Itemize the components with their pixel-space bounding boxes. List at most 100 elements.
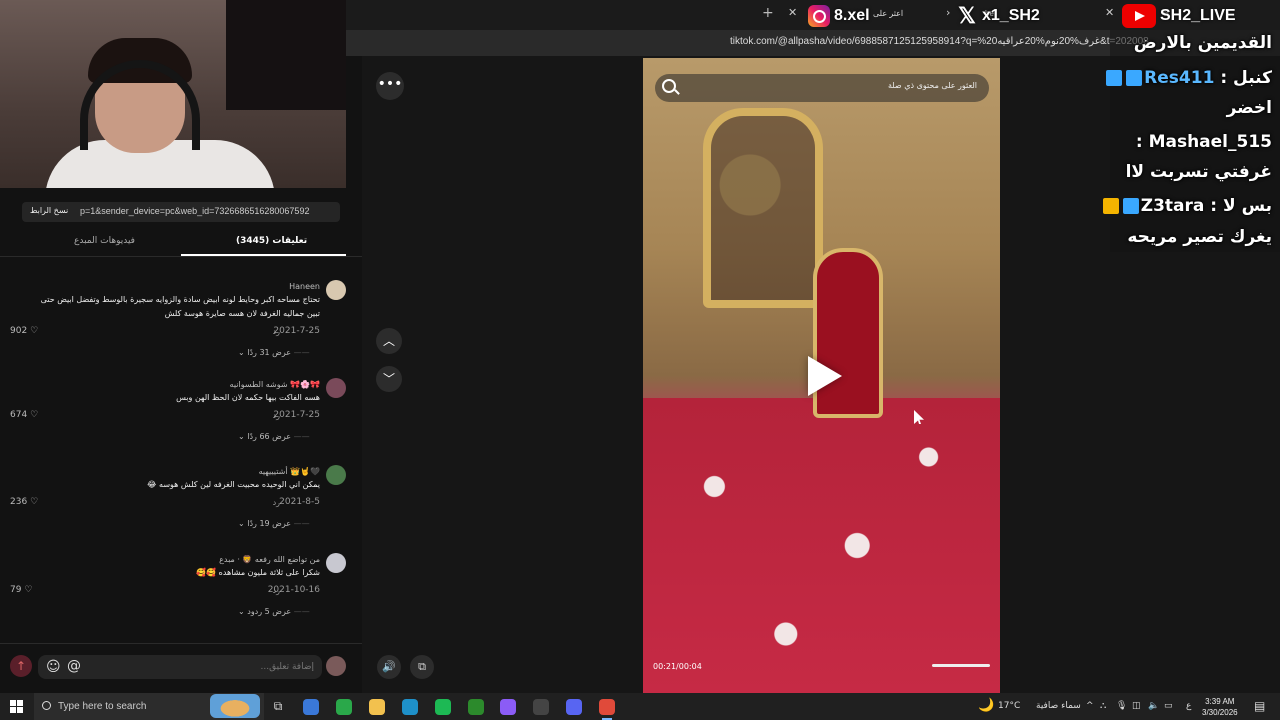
play-icon[interactable] (808, 356, 842, 396)
microphone-icon[interactable]: 🎙 (1116, 701, 1127, 711)
chat-text: يغرك تصير مريحه (1127, 227, 1272, 247)
like-count-text: 674 (10, 410, 28, 420)
divider: —— (293, 348, 310, 357)
language-indicator[interactable]: ع (1186, 701, 1191, 711)
reply-button[interactable]: رد (273, 498, 280, 507)
task-view-icon[interactable]: ⧉ (270, 699, 286, 715)
avatar[interactable] (326, 553, 346, 573)
avatar[interactable] (326, 280, 346, 300)
chat-message: اخضر (1227, 98, 1272, 118)
share-link-box[interactable]: نسخ الرابط p=1&sender_device=pc&web_id=7… (22, 202, 340, 222)
view-replies-text: عرض 5 ردود (247, 607, 292, 616)
twitch-icon[interactable] (500, 699, 516, 715)
chrome-icon[interactable] (599, 699, 615, 720)
heart-icon[interactable]: ♡ (30, 497, 38, 507)
taskbar-search-placeholder: Type here to search (58, 701, 147, 712)
like-count-text: 79 (10, 585, 22, 595)
tab-close-icon[interactable]: ✕ (1105, 6, 1114, 19)
next-video-button[interactable]: ﹀ (376, 366, 402, 392)
comment-date: 2021-7-25 (273, 326, 320, 336)
screen: + ✕ اعثر على › be ✕ cl tiktok.com/@allpa… (0, 0, 1280, 720)
clock[interactable]: 3:39 AM 3/30/2026 (1202, 696, 1238, 718)
view-replies-button[interactable]: ⌄ عرض 5 ردود —— (238, 607, 310, 616)
file-explorer-icon[interactable] (369, 699, 385, 715)
chat-message: Mashael_515 : (1135, 132, 1272, 152)
chat-username: Mashael_515 (1148, 132, 1272, 152)
chat-message: القديمين بالارض (1134, 33, 1272, 53)
reply-button[interactable]: رد (273, 586, 280, 595)
windows-start-icon[interactable] (10, 700, 23, 713)
tab-close-icon[interactable]: ✕ (788, 6, 797, 19)
volume-icon[interactable]: 🔈 (1148, 701, 1159, 711)
emoji-icon[interactable]: ☺ (46, 659, 61, 675)
chat-badge-icon (1126, 70, 1143, 86)
like-count-text: 236 (10, 497, 28, 507)
youtube-handle: SH2_LIVE (1122, 4, 1236, 28)
heart-icon[interactable]: ♡ (30, 410, 38, 420)
display-icon[interactable]: ▭ (1164, 701, 1173, 711)
xbox-icon[interactable] (468, 699, 484, 715)
video-progress-bar[interactable] (932, 664, 990, 667)
chat-message: غرفتي تسربت لاا (1126, 162, 1272, 182)
view-replies-button[interactable]: ⌄ عرض 66 ردًا —— (238, 432, 310, 441)
view-replies-text: عرض 19 ردًا (247, 519, 292, 528)
edge-icon[interactable] (402, 699, 418, 715)
comment-author[interactable]: أشتيييهيه 👑🤘🖤 (259, 467, 320, 476)
comment-author[interactable]: شوشه الطسوانيه 🎀🌸🎀 (230, 380, 320, 389)
view-replies-button[interactable]: ⌄ عرض 31 ردًا —— (238, 348, 310, 357)
chat-message: بس لا : Z3tara (1101, 196, 1272, 216)
divider: —— (293, 432, 310, 441)
instagram-handle: 8.xel (808, 4, 870, 28)
tab-comments[interactable]: (3445) تعليقات (236, 236, 307, 246)
send-button[interactable]: ↑ (10, 655, 32, 677)
reply-button[interactable]: رد (273, 327, 280, 336)
weather-temp[interactable]: 17°C (998, 701, 1020, 711)
reply-button[interactable]: رد (273, 411, 280, 420)
wifi-icon[interactable]: ◫ (1132, 701, 1141, 711)
spotify-icon[interactable] (435, 699, 451, 715)
chevron-up-icon[interactable]: ^ (1086, 701, 1094, 711)
view-replies-text: عرض 66 ردًا (247, 432, 292, 441)
new-tab-button[interactable]: + (762, 5, 774, 21)
copy-link-button[interactable]: نسخ الرابط (30, 206, 68, 215)
divider (0, 256, 362, 257)
search-icon[interactable] (662, 79, 676, 93)
tab-title[interactable]: اعثر على (873, 9, 903, 18)
heart-icon[interactable]: ♡ (24, 585, 32, 595)
network-icon[interactable]: ⛬ (1100, 701, 1106, 711)
more-options-button[interactable]: ••• (376, 72, 404, 100)
share-link-text: p=1&sender_device=pc&web_id=732668651628… (80, 206, 310, 216)
url-text[interactable]: tiktok.com/@allpasha/video/6988587125125… (730, 36, 1149, 47)
comment-author[interactable]: Haneen (289, 282, 320, 291)
volume-icon[interactable]: 🔊 (377, 655, 401, 679)
previous-video-button[interactable]: ︿ (376, 328, 402, 354)
tab-close-icon[interactable]: › (946, 6, 950, 19)
obs-icon[interactable] (533, 699, 549, 715)
view-replies-text: عرض 31 ردًا (247, 348, 292, 357)
copilot-icon[interactable] (303, 699, 319, 715)
chevron-down-icon: ⌄ (238, 432, 245, 441)
comment-text: يمكن اني الوحيده محبيت الغرفه لين كلش هو… (147, 480, 320, 489)
like-count[interactable]: 674 ♡ (10, 410, 38, 420)
view-replies-button[interactable]: ⌄ عرض 19 ردًا —— (238, 519, 310, 528)
mention-icon[interactable]: @ (67, 658, 81, 674)
chat-text: كنبل (1233, 68, 1272, 88)
like-count[interactable]: 79 ♡ (10, 585, 32, 595)
search-highlight-image[interactable] (210, 694, 260, 718)
tab-creator-videos[interactable]: فيديوهات المبدع (74, 236, 135, 246)
like-count[interactable]: 236 ♡ (10, 497, 38, 507)
instagram-icon (808, 5, 830, 27)
notification-icon[interactable]: ▤ (1254, 699, 1265, 713)
x-handle-text: x1_SH2 (982, 7, 1040, 24)
avatar[interactable] (326, 465, 346, 485)
comment-author[interactable]: من تواضع الله رفعه 🦁 · مبدع (219, 555, 320, 564)
play-store-icon[interactable] (336, 699, 352, 715)
like-count[interactable]: 902 ♡ (10, 326, 38, 336)
heart-icon[interactable]: ♡ (30, 326, 38, 336)
picture-in-picture-icon[interactable]: ⧉ (410, 655, 434, 679)
discord-icon[interactable] (566, 699, 582, 715)
comment-text: هسه الفاكت بيها حكمه لان الحظ الهن وبس (176, 393, 320, 402)
avatar[interactable] (326, 378, 346, 398)
webcam-background (226, 0, 346, 110)
weather-text[interactable]: سماء صافية (1036, 701, 1081, 711)
